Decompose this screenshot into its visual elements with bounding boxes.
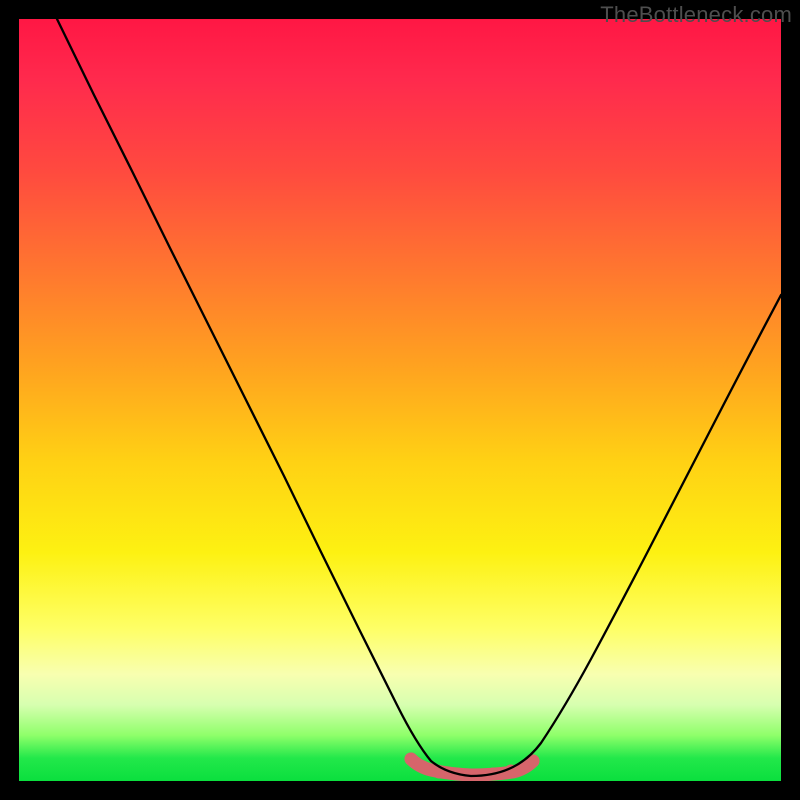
chart-svg	[19, 19, 781, 781]
watermark-text: TheBottleneck.com	[600, 2, 792, 28]
fit-dot	[417, 761, 430, 774]
bottleneck-curve	[57, 19, 781, 776]
chart-frame: TheBottleneck.com	[0, 0, 800, 800]
plot-area	[19, 19, 781, 781]
fit-dot	[405, 753, 418, 766]
